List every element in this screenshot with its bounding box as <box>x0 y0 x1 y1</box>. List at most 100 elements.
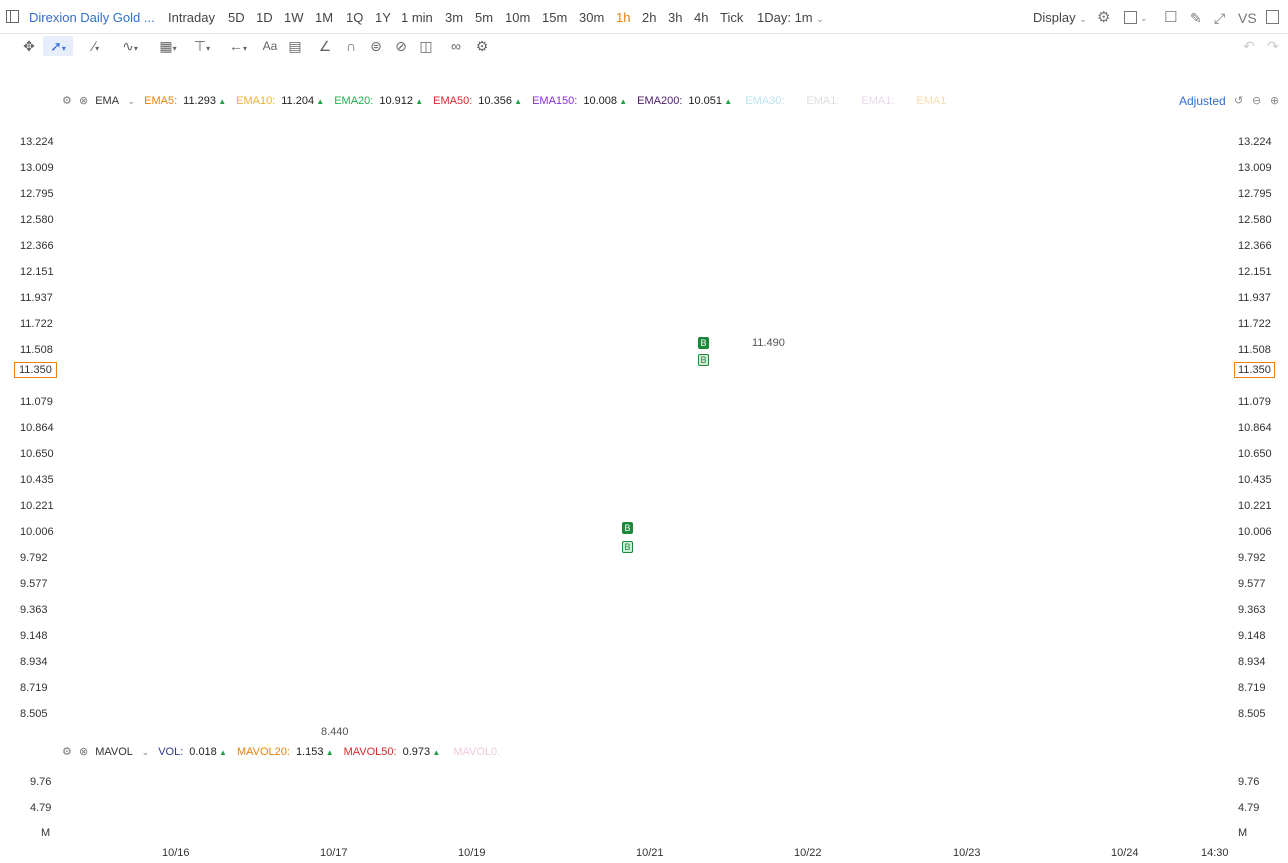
gear-icon[interactable]: ⚙ <box>62 95 72 107</box>
price-tick-label: 13.224 <box>1238 136 1272 148</box>
window-icon[interactable] <box>1266 10 1279 24</box>
price-chart[interactable] <box>0 0 1288 863</box>
vol-legend-item[interactable]: MAVOL20: 1.153 ▲ <box>237 746 334 758</box>
ema-legend-item[interactable]: EMA200: 10.051 ▲ <box>637 95 732 107</box>
trend-line-icon[interactable]: ➚▾ <box>43 36 73 56</box>
interval-5d[interactable]: 5D <box>228 0 245 34</box>
trash-icon[interactable]: ◫ <box>415 36 437 56</box>
interval-5m[interactable]: 5m <box>475 0 493 34</box>
range-select[interactable]: 1Day: 1m ⌄ <box>757 0 824 34</box>
interval-3h[interactable]: 3h <box>668 0 682 34</box>
interval-2h[interactable]: 2h <box>642 0 656 34</box>
interval-1-min[interactable]: 1 min <box>401 0 433 34</box>
time-tick-label: 10/17 <box>320 847 348 859</box>
zoom-in-icon[interactable]: ⊕ <box>1270 92 1279 110</box>
adjusted-button[interactable]: Adjusted <box>1179 92 1226 110</box>
buy-marker[interactable]: B <box>622 541 633 553</box>
volume-bar <box>484 826 491 840</box>
interval-3m[interactable]: 3m <box>445 0 463 34</box>
compare-button[interactable]: VS <box>1238 0 1257 34</box>
price-tick-label: 8.719 <box>20 682 48 694</box>
reset-icon[interactable]: ↺ <box>1234 92 1243 110</box>
buy-marker[interactable]: B <box>698 337 709 349</box>
fullscreen-icon[interactable]: ⤢ <box>1214 0 1225 34</box>
buy-marker[interactable]: B <box>622 522 633 534</box>
volume-bar <box>459 833 466 840</box>
faded-ema[interactable]: EMA1: <box>806 95 839 107</box>
volume-bar <box>628 831 635 840</box>
close-icon[interactable]: ⊗ <box>79 95 88 107</box>
layout-checkbox-icon[interactable] <box>1124 11 1137 24</box>
ema-legend-item[interactable]: EMA10: 11.204 ▲ <box>236 95 324 107</box>
vol-legend-item[interactable]: MAVOL50: 0.973 ▲ <box>344 746 441 758</box>
interval-1y[interactable]: 1Y <box>375 0 391 34</box>
chevron-down-icon[interactable]: ⌄ <box>142 747 150 757</box>
interval-1w[interactable]: 1W <box>284 0 304 34</box>
faded-ema[interactable]: EMA30: <box>745 95 784 107</box>
ema-legend-item[interactable]: EMA50: 10.356 ▲ <box>433 95 522 107</box>
close-icon[interactable]: ⊗ <box>79 746 88 758</box>
gear-icon[interactable]: ⚙ <box>62 746 72 758</box>
ema-legend-item[interactable]: EMA150: 10.008 ▲ <box>532 95 627 107</box>
magnet-icon[interactable]: ∩ <box>340 36 362 56</box>
volume-bar <box>730 832 737 840</box>
moon-icon <box>742 847 752 857</box>
up-arrow-icon: ▲ <box>430 748 441 757</box>
time-tick-label: 10/19 <box>458 847 486 859</box>
ema-legend-item[interactable]: EMA20: 10.912 ▲ <box>334 95 423 107</box>
symbol-title[interactable]: Direxion Daily Gold ... <box>29 0 155 34</box>
volume-bar <box>358 833 365 840</box>
interval-4h[interactable]: 4h <box>694 0 708 34</box>
ruler-icon[interactable]: ∠ <box>314 36 336 56</box>
interval-1h[interactable]: 1h <box>616 0 630 34</box>
interval-tick[interactable]: Tick <box>720 0 743 34</box>
interval-10m[interactable]: 10m <box>505 0 530 34</box>
hide-icon[interactable]: ⊘ <box>390 36 412 56</box>
settings-icon[interactable]: ⚙ <box>1097 0 1110 34</box>
price-tick-label: 9.792 <box>1238 552 1266 564</box>
text-icon[interactable]: Aa <box>259 36 281 56</box>
fib-icon[interactable]: ▦▾ <box>154 36 182 56</box>
zoom-out-icon[interactable]: ⊖ <box>1252 92 1261 110</box>
candle-body <box>493 548 500 556</box>
channel-icon[interactable]: ∕▾ <box>82 36 110 56</box>
candle-body <box>366 628 373 643</box>
volume-tick-label: M <box>1238 827 1248 839</box>
ema-legend-item[interactable]: EMA5: 11.293 ▲ <box>144 95 226 107</box>
link-icon[interactable]: ∞ <box>445 36 467 56</box>
undo-icon[interactable]: ↶ <box>1238 36 1260 56</box>
faded-ema[interactable]: EMA1: <box>861 95 894 107</box>
redo-icon[interactable]: ↷ <box>1262 36 1284 56</box>
chevron-down-icon[interactable]: ⌄ <box>128 96 136 106</box>
candle-body <box>696 406 703 443</box>
interval-intraday[interactable]: Intraday <box>168 0 215 34</box>
interval-15m[interactable]: 15m <box>542 0 567 34</box>
volume-bar <box>645 820 652 840</box>
indicator-title[interactable]: EMA <box>95 95 118 107</box>
buy-marker[interactable]: B <box>698 354 709 366</box>
display-button[interactable]: Display ⌄ <box>1033 0 1087 34</box>
pen-icon[interactable]: ✎ <box>1190 0 1202 34</box>
volume-indicator-title[interactable]: MAVOL <box>95 746 132 758</box>
wave-icon[interactable]: ∿▾ <box>116 36 144 56</box>
interval-30m[interactable]: 30m <box>579 0 604 34</box>
price-tick-label: 8.719 <box>1238 682 1266 694</box>
interval-1m[interactable]: 1M <box>315 0 333 34</box>
faded-ema[interactable]: EMA1 <box>916 95 946 107</box>
sidebar-toggle-icon[interactable] <box>6 10 19 23</box>
move-icon[interactable]: ✥ <box>18 36 40 56</box>
chevron-down-icon[interactable]: ⌄ <box>1140 0 1148 34</box>
vertical-line-icon[interactable]: ⊤▾ <box>188 36 216 56</box>
vol-legend-item[interactable]: VOL: 0.018 ▲ <box>158 746 227 758</box>
arrow-icon[interactable]: ←▾ <box>224 36 252 56</box>
interval-1q[interactable]: 1Q <box>346 0 363 34</box>
lock-icon[interactable]: ⊜ <box>365 36 387 56</box>
volume-session-band <box>111 765 137 840</box>
comment-icon[interactable]: ▤ <box>284 36 306 56</box>
interval-1d[interactable]: 1D <box>256 0 273 34</box>
price-tick-label: 11.079 <box>20 396 53 408</box>
camera-icon[interactable]: ☐ <box>1164 0 1177 34</box>
draw-settings-icon[interactable]: ⚙ <box>471 36 493 56</box>
volume-bar <box>239 812 246 840</box>
ema-label: EMA200: <box>637 95 683 107</box>
